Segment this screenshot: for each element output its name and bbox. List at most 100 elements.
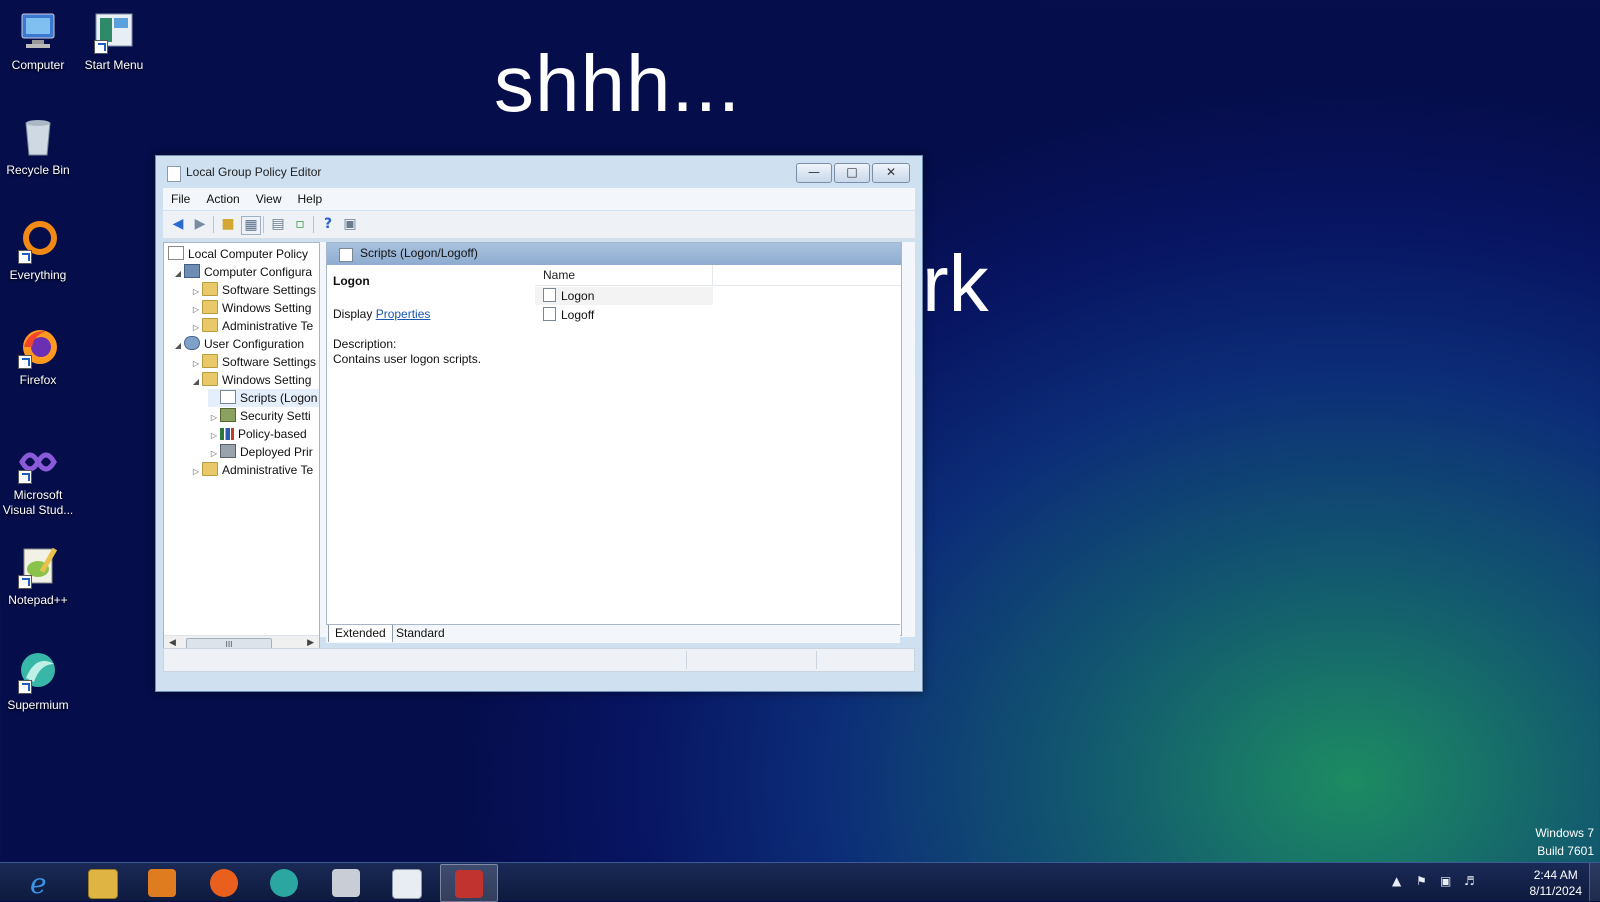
- volume-muted-icon[interactable]: ♬: [1464, 875, 1478, 887]
- desktop-icon-firefox[interactable]: Firefox: [0, 325, 76, 388]
- list-item-logoff[interactable]: Logoff: [535, 306, 713, 324]
- collapsed-triangle-icon[interactable]: ▷: [190, 463, 202, 481]
- export-list-icon[interactable]: ▫: [291, 216, 309, 233]
- column-header-name[interactable]: Name: [543, 268, 575, 282]
- tree-item-scripts[interactable]: Scripts (Logon: [208, 389, 319, 407]
- view-tabs: Extended Standard: [326, 624, 900, 643]
- notepad-icon: [392, 869, 422, 899]
- wallpaper-headline: shhh...: [494, 39, 742, 128]
- menu-action[interactable]: Action: [198, 188, 247, 210]
- desktop-icon-label: Computer: [11, 58, 65, 72]
- supermium-icon: [16, 650, 60, 694]
- forward-arrow-icon[interactable]: ▶: [191, 216, 209, 233]
- tree-item-label: Administrative Te: [222, 319, 314, 333]
- desktop-icon-notepad-plus-plus[interactable]: Notepad++: [0, 545, 76, 608]
- desktop-icon-recycle-bin[interactable]: Recycle Bin: [0, 115, 76, 178]
- svg-text:e: e: [30, 869, 47, 897]
- desktop-icon-label: Recycle Bin: [6, 163, 70, 177]
- tree-item-security-settings[interactable]: ▷ Security Setti: [208, 407, 311, 425]
- desktop-icon-label: Supermium: [7, 698, 69, 712]
- expanded-triangle-icon[interactable]: ◢: [190, 373, 202, 391]
- clock-date: 8/11/2024: [1529, 884, 1583, 898]
- menu-view[interactable]: View: [248, 188, 290, 210]
- taskbar-internet-explorer[interactable]: e: [12, 864, 68, 900]
- desktop-icon-start-menu[interactable]: Start Menu: [76, 10, 152, 73]
- desktop-icon-supermium[interactable]: Supermium: [0, 650, 76, 713]
- show-desktop-button[interactable]: [1589, 863, 1600, 901]
- firefox-icon: [16, 325, 60, 369]
- tree-item-policy-based-qos[interactable]: ▷ Policy-based: [208, 425, 307, 443]
- properties-icon[interactable]: ▤: [269, 216, 287, 233]
- tree-item-local-computer-policy[interactable]: Local Computer Policy: [168, 245, 308, 263]
- script-icon: [543, 288, 556, 302]
- description-label: Description:: [333, 337, 397, 351]
- tab-extended[interactable]: Extended: [328, 625, 393, 642]
- group-policy-editor-window[interactable]: Local Group Policy Editor — □ ✕ File Acti…: [155, 155, 923, 692]
- toolbar: ◀ ▶ ■ ▦ ▤ ▫ ? ▣: [163, 211, 915, 239]
- menu-bar: File Action View Help: [163, 188, 915, 210]
- network-icon[interactable]: ▣: [1440, 875, 1454, 887]
- desktop-icon-everything[interactable]: Everything: [0, 220, 76, 283]
- show-hide-tree-icon[interactable]: ▦: [241, 216, 261, 235]
- desktop-icon-computer[interactable]: Computer: [0, 10, 76, 73]
- status-bar: [163, 648, 915, 672]
- close-button[interactable]: ✕: [872, 163, 910, 183]
- script-icon: [543, 307, 556, 321]
- os-build: Build 7601: [1537, 844, 1594, 858]
- tree-item-label: User Configuration: [204, 337, 305, 351]
- taskbar-media-player[interactable]: [134, 864, 190, 900]
- close-icon: ✕: [885, 165, 897, 179]
- tree-item-software-settings[interactable]: ▷ Software Settings: [190, 281, 316, 299]
- scroll-right-icon[interactable]: ▶: [307, 638, 314, 648]
- window-titlebar[interactable]: Local Group Policy Editor — □ ✕: [156, 156, 922, 186]
- maximize-button[interactable]: □: [834, 163, 870, 183]
- menu-help[interactable]: Help: [290, 188, 331, 210]
- taskbar-notepad[interactable]: [378, 864, 434, 900]
- desktop-icon-label: Start Menu: [84, 58, 144, 72]
- tree-item-deployed-printers[interactable]: ▷ Deployed Prir: [208, 443, 313, 461]
- help-icon[interactable]: ?: [319, 216, 337, 233]
- script-icon: [339, 248, 353, 262]
- tree-item-windows-settings[interactable]: ▷ Windows Setting: [190, 299, 311, 317]
- tree-item-user-administrative-templates[interactable]: ▷ Administrative Te: [190, 461, 313, 479]
- navigation-tree[interactable]: Local Computer Policy ◢ Computer Configur…: [163, 242, 320, 654]
- folder-icon: [202, 462, 218, 476]
- expanded-triangle-icon[interactable]: ◢: [172, 265, 184, 283]
- tree-item-computer-configuration[interactable]: ◢ Computer Configura: [172, 263, 312, 281]
- show-action-pane-icon[interactable]: ▣: [341, 216, 359, 233]
- tree-item-label: Windows Setting: [222, 301, 312, 315]
- taskbar-snipping-tool[interactable]: [318, 864, 374, 900]
- start-menu-icon: [92, 10, 136, 54]
- desktop-icon-visual-studio[interactable]: Microsoft Visual Stud...: [0, 440, 76, 518]
- folder-icon: [202, 318, 218, 332]
- expanded-triangle-icon[interactable]: ◢: [172, 337, 184, 355]
- maximize-icon: □: [846, 165, 858, 179]
- tree-item-user-windows-settings[interactable]: ◢ Windows Setting: [190, 371, 311, 389]
- tree-item-user-configuration[interactable]: ◢ User Configuration: [172, 335, 304, 353]
- tree-item-user-software-settings[interactable]: ▷ Software Settings: [190, 353, 316, 371]
- minimize-icon: —: [808, 165, 820, 179]
- up-folder-icon[interactable]: ■: [219, 216, 237, 233]
- supermium-icon: [270, 869, 298, 897]
- tree-item-administrative-templates[interactable]: ▷ Administrative Te: [190, 317, 313, 335]
- shortcut-arrow-icon: [18, 355, 32, 369]
- tab-standard[interactable]: Standard: [390, 625, 451, 642]
- list-item-label: Logoff: [561, 308, 595, 322]
- taskbar-supermium[interactable]: [256, 864, 312, 900]
- everything-icon: [16, 220, 60, 264]
- minimize-button[interactable]: —: [796, 163, 832, 183]
- internet-explorer-icon: e: [26, 867, 54, 900]
- visual-studio-icon: [16, 440, 60, 484]
- list-item-logon[interactable]: Logon: [535, 287, 713, 305]
- properties-link[interactable]: Properties: [376, 307, 431, 321]
- taskbar-clock[interactable]: 2:44 AM 8/11/2024: [1530, 867, 1583, 899]
- taskbar-file-explorer[interactable]: [74, 864, 130, 900]
- printer-icon: [220, 444, 236, 458]
- show-hidden-icons-icon[interactable]: ▲: [1392, 875, 1406, 887]
- back-arrow-icon[interactable]: ◀: [169, 216, 187, 233]
- taskbar-firefox[interactable]: [196, 864, 252, 900]
- action-center-flag-icon[interactable]: ⚑: [1416, 875, 1430, 887]
- taskbar-group-policy-editor[interactable]: [440, 864, 498, 902]
- menu-file[interactable]: File: [163, 188, 198, 210]
- scroll-left-icon[interactable]: ◀: [169, 638, 176, 648]
